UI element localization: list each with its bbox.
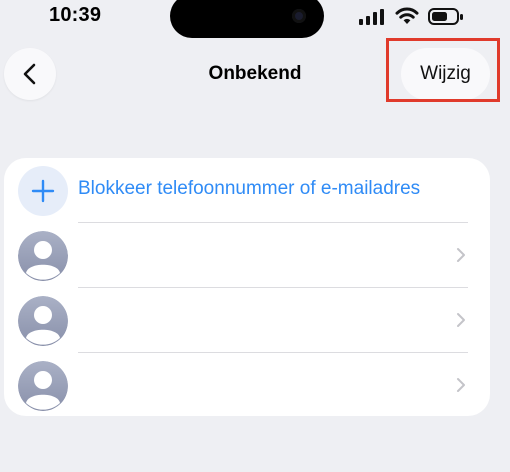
person-avatar-icon — [18, 296, 68, 346]
add-blocked-contact-label: Blokkeer telefoonnummer of e-mailadres — [78, 178, 421, 199]
status-time: 10:39 — [49, 4, 102, 26]
blocked-contact-row[interactable] — [4, 353, 490, 417]
cellular-signal-icon — [359, 9, 384, 25]
plus-icon — [18, 166, 68, 216]
edit-button-highlight — [386, 38, 500, 102]
person-avatar-icon — [18, 231, 68, 281]
person-avatar-icon — [18, 361, 68, 411]
wifi-icon — [395, 7, 419, 24]
add-blocked-contact-row[interactable]: Blokkeer telefoonnummer of e-mailadres — [4, 158, 490, 222]
chevron-right-icon — [457, 248, 465, 262]
blocked-contact-row[interactable] — [4, 288, 490, 352]
chevron-right-icon — [457, 378, 465, 392]
blocked-contacts-list: Blokkeer telefoonnummer of e-mailadres — [4, 158, 490, 416]
front-camera-icon — [292, 9, 306, 23]
chevron-right-icon — [457, 313, 465, 327]
status-bar: 10:39 — [0, 0, 510, 38]
battery-icon — [428, 8, 463, 25]
blocked-contact-row[interactable] — [4, 223, 490, 287]
